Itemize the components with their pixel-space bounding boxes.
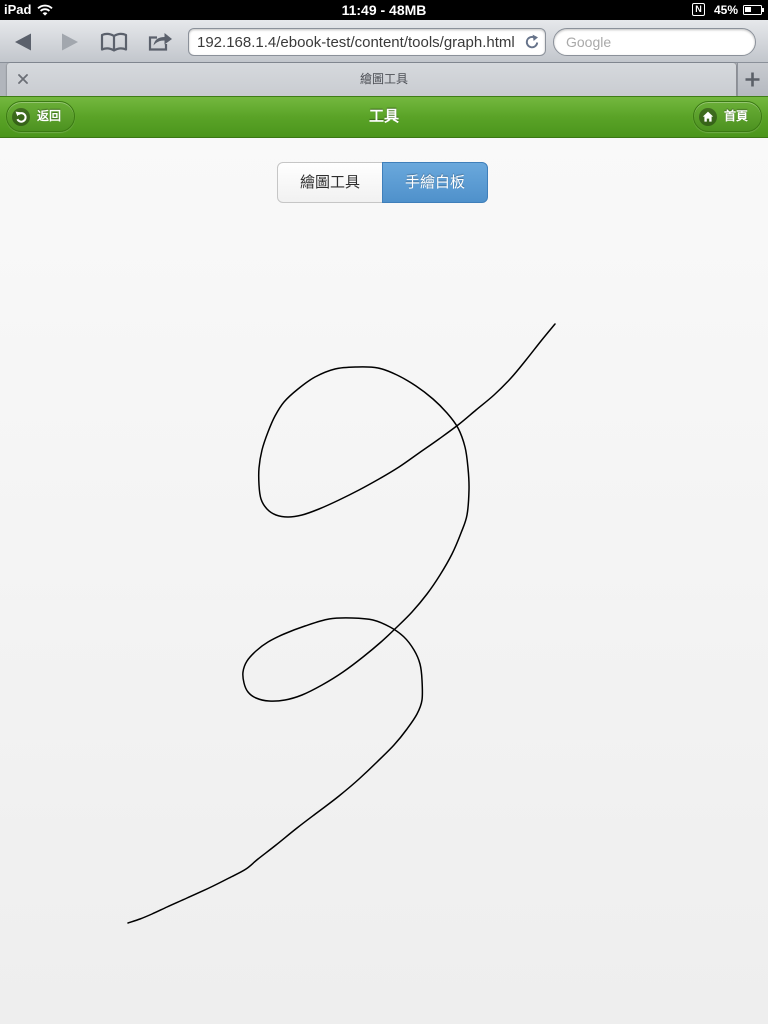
battery-nub	[762, 8, 764, 12]
plus-icon	[745, 72, 760, 87]
new-tab-button[interactable]	[737, 63, 768, 96]
back-arrow-icon[interactable]	[14, 33, 32, 51]
tab-title: 繪圖工具	[359, 72, 408, 86]
home-button[interactable]: 首頁	[693, 101, 762, 132]
back-circle-icon	[12, 107, 30, 126]
battery-level-fill	[745, 7, 752, 12]
device-name: iPad	[4, 2, 32, 17]
close-icon[interactable]	[18, 74, 28, 84]
whiteboard-canvas[interactable]	[0, 210, 768, 1024]
content-area: 繪圖工具 手繪白板	[0, 138, 768, 1024]
forward-arrow-icon[interactable]	[61, 33, 79, 51]
status-time: 11:49 - 48MB	[341, 2, 427, 18]
battery-icon	[743, 5, 762, 15]
battery-percent: 45%	[714, 3, 739, 17]
page-title: 工具	[368, 108, 399, 125]
home-button-label: 首頁	[724, 109, 749, 123]
whiteboard-drawing	[127, 323, 556, 924]
home-icon	[699, 107, 717, 126]
share-icon[interactable]	[147, 31, 173, 51]
tab-bar: 繪圖工具	[0, 63, 768, 96]
status-bar: iPad 11:49 - 48MB N 45%	[0, 0, 768, 20]
segment-freehand-whiteboard[interactable]: 手繪白板	[382, 162, 488, 203]
address-bar[interactable]	[188, 28, 546, 56]
back-button[interactable]: 返回	[6, 101, 75, 132]
wifi-icon	[37, 4, 53, 16]
segment-drawing-tool[interactable]: 繪圖工具	[277, 162, 383, 203]
url-input[interactable]	[189, 29, 519, 55]
search-input[interactable]	[554, 29, 754, 55]
tab-graph-tool[interactable]: 繪圖工具	[7, 63, 736, 96]
search-field[interactable]	[553, 28, 756, 56]
open-book-icon[interactable]	[100, 32, 128, 52]
tool-segmented-control: 繪圖工具 手繪白板	[277, 162, 488, 203]
reload-icon[interactable]	[524, 34, 540, 50]
status-indicator-icon: N	[692, 3, 705, 16]
freehand-stroke	[127, 323, 556, 924]
app-header: 返回 工具 首頁	[0, 96, 768, 138]
back-button-label: 返回	[37, 109, 62, 123]
browser-toolbar	[0, 20, 768, 63]
